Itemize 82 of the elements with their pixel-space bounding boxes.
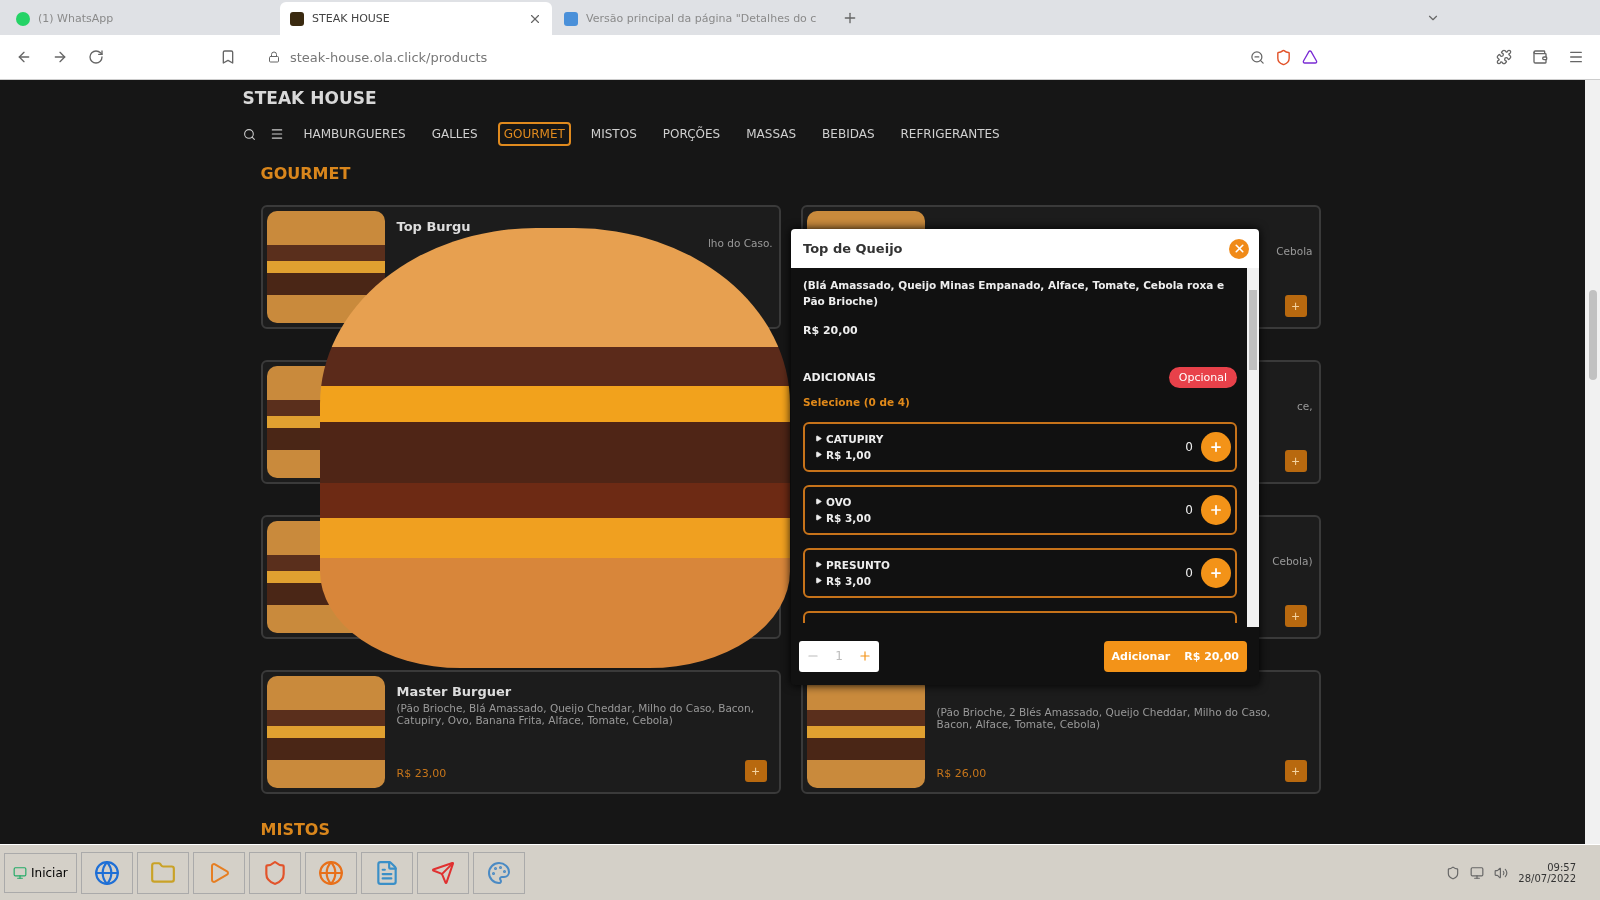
bullet-icon [815,577,822,584]
speaker-icon[interactable] [1494,865,1509,880]
product-description: Cebola) [1272,555,1313,567]
option-quantity: 0 [1185,502,1193,517]
product-price: R$ 23,00 [396,767,447,780]
bullet-icon [815,514,822,521]
globe-icon[interactable] [80,851,133,894]
group-title: ADICIONAIS [803,370,876,384]
reload-icon[interactable] [88,49,104,65]
category-link[interactable]: HAMBURGUERES [297,122,412,146]
bookmark-icon[interactable] [220,49,236,65]
wallet-icon[interactable] [1532,49,1548,65]
close-button[interactable] [1229,238,1249,259]
shield-icon[interactable] [1446,865,1461,880]
section-title: MISTOS [260,820,331,839]
shield-icon[interactable] [1275,48,1292,66]
scrollbar[interactable] [1585,80,1600,844]
favicon-icon [564,11,578,26]
plus-icon [1209,502,1223,517]
forward-icon[interactable] [52,49,68,65]
lock-icon [268,51,280,63]
favicon-icon [16,11,30,26]
bullet-icon [815,435,822,442]
browser-tab[interactable]: STEAK HOUSE [280,2,552,35]
zoom-out-icon[interactable] [1250,49,1265,65]
product-description: (Pão Brioche, Blá Amassado, Queijo Cheddar, Milho do Caso, Bacon, Catupiry, Ovo, Banana Frita, Alface, Tomate, Cebola) [396,702,756,726]
product-description: lho do Caso. [707,237,773,249]
add-button[interactable] [1201,431,1231,462]
product-description: (Blá Amassado, Queijo Minas Empanado, Alface, Tomate, Cebola roxa e Pão Brioche) [803,278,1226,309]
menu-icon[interactable] [1568,49,1584,65]
menu-icon[interactable] [269,127,284,141]
document-icon[interactable] [360,851,413,894]
bullet-icon [815,451,822,458]
option-name: PRESUNTO [826,558,890,571]
option-price: R$ 1,00 [826,448,871,461]
monitor-icon [13,865,27,880]
close-icon [1232,242,1246,255]
category-link[interactable]: GALLES [425,122,484,146]
scrollbar[interactable] [1247,268,1259,627]
bullet-icon [815,561,822,568]
send-icon[interactable] [416,851,469,894]
monitor-icon[interactable] [1470,865,1485,880]
puzzle-icon[interactable] [1496,49,1512,65]
selection-hint: Selecione (0 de 4) [803,395,911,408]
globe-icon[interactable] [304,851,357,894]
plus-icon [1209,439,1223,454]
product-price: R$ 20,00 [803,323,859,337]
option-name: OVO [826,495,852,508]
product-title: Top Burgu [396,219,472,234]
option-price: R$ 3,00 [826,574,871,587]
shield-icon[interactable] [248,851,301,894]
product-description: Cebola [1276,245,1313,257]
product-price: R$ 26,00 [936,767,987,780]
category-link[interactable]: REFRIGERANTES [894,122,1006,146]
category-link[interactable]: GOURMET [497,122,571,146]
back-icon[interactable] [16,49,32,65]
triangle-icon[interactable] [1302,49,1318,65]
search-icon[interactable] [242,127,256,141]
product-title: Master Burguer [396,684,513,699]
option-price: R$ 3,00 [826,511,871,524]
add-button[interactable] [1201,494,1231,525]
product-description: ce, [1296,400,1313,412]
optional-badge: Opcional [1168,366,1237,388]
plus-icon [1209,565,1223,580]
option-name: CATUPIRY [826,432,884,445]
add-button[interactable] [1201,557,1231,588]
dialog-title: Top de Queijo [803,241,903,256]
product-description: (Pão Brioche, 2 Blés Amassado, Queijo Cheddar, Milho do Caso, Bacon, Alface, Tomate, Cebola) [936,706,1272,730]
category-link[interactable]: BEBIDAS [816,122,881,146]
palette-icon[interactable] [472,851,525,894]
bullet-icon [815,498,822,505]
favicon-icon [290,11,304,26]
category-link[interactable]: MISTOS [584,122,643,146]
category-link[interactable]: MASSAS [740,122,803,146]
clock[interactable]: 09:57 28/07/2022 [1518,861,1576,884]
site-brand: STEAK HOUSE [242,88,378,108]
product-card[interactable]: Master Burguer (Pão Brioche, Blá Amassado, Queijo Cheddar, Milho do Caso, Bacon, Catupiry, Ovo, Banana Frita, Alface, Tomate, Cebola) R$ 23,00 + [260,670,781,794]
section-title: GOURMET [260,164,352,183]
option-quantity: 0 [1185,565,1193,580]
option-quantity: 0 [1185,439,1193,454]
category-link[interactable]: PORÇÕES [656,122,727,146]
start-button[interactable]: Iniciar [4,852,77,893]
